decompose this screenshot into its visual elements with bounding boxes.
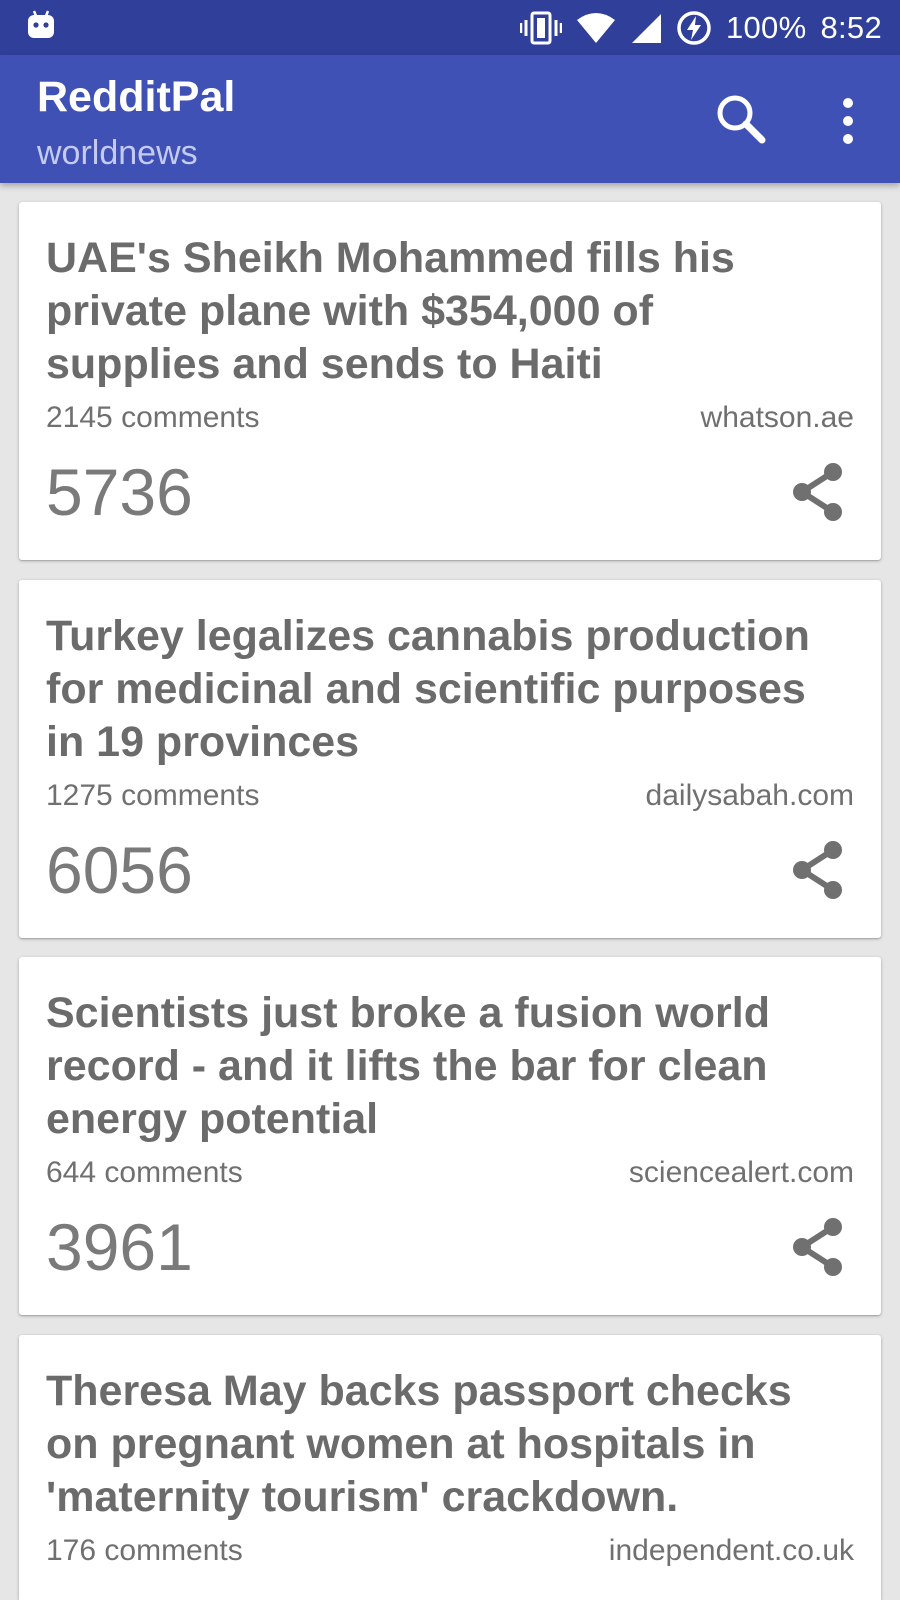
app-bar: RedditPal worldnews [0, 55, 900, 183]
post-comments-link[interactable]: 2145 comments [46, 401, 259, 435]
post-card[interactable]: Scientists just broke a fusion world rec… [19, 957, 881, 1315]
post-score: 3961 [46, 1210, 193, 1284]
post-domain: independent.co.uk [608, 1534, 854, 1567]
app-title: RedditPal [37, 73, 236, 121]
post-card[interactable]: Theresa May backs passport checks on pre… [19, 1335, 881, 1600]
post-card[interactable]: UAE's Sheikh Mohammed fills his private … [19, 202, 881, 560]
subreddit-subtitle: worldnews [37, 134, 198, 172]
wifi-icon [576, 12, 615, 43]
post-score: 6056 [46, 833, 193, 907]
signal-icon [631, 13, 661, 43]
status-bar: 100% 8:52 [0, 0, 900, 55]
post-comments-link[interactable]: 176 comments [46, 1534, 243, 1568]
post-score: 5736 [46, 455, 193, 529]
post-title[interactable]: Turkey legalizes cannabis production for… [46, 610, 836, 769]
vibrate-icon [519, 11, 562, 44]
share-icon[interactable] [788, 838, 848, 902]
clock: 8:52 [820, 9, 882, 45]
post-domain: whatson.ae [700, 401, 854, 434]
share-icon[interactable] [788, 460, 848, 524]
more-vert-icon[interactable] [823, 91, 873, 151]
battery-percentage: 100% [725, 9, 807, 45]
search-icon[interactable] [712, 90, 772, 150]
post-title[interactable]: Scientists just broke a fusion world rec… [46, 987, 836, 1146]
post-domain: sciencealert.com [628, 1156, 854, 1189]
battery-charging-icon [677, 10, 711, 45]
post-title[interactable]: UAE's Sheikh Mohammed fills his private … [46, 232, 836, 391]
post-card[interactable]: Turkey legalizes cannabis production for… [19, 580, 881, 938]
post-comments-link[interactable]: 1275 comments [46, 779, 259, 813]
post-domain: dailysabah.com [645, 779, 854, 812]
android-icon [28, 10, 54, 38]
post-title[interactable]: Theresa May backs passport checks on pre… [46, 1365, 836, 1524]
share-icon[interactable] [788, 1215, 848, 1279]
post-comments-link[interactable]: 644 comments [46, 1156, 243, 1190]
